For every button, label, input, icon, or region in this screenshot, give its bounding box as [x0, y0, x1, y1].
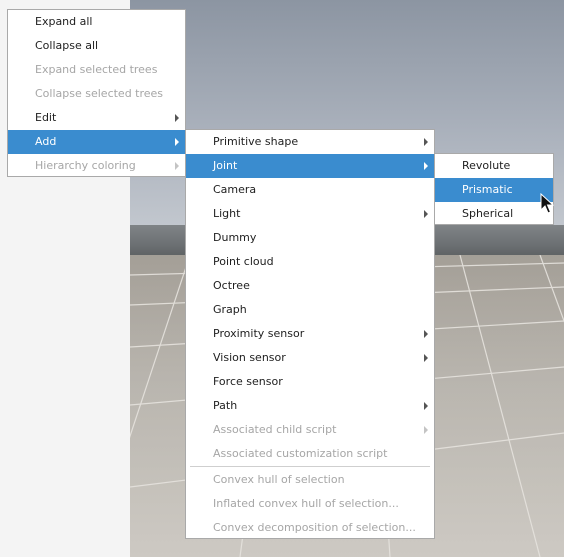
menu-item-proximity-sensor[interactable]: Proximity sensor — [186, 322, 434, 346]
submenu-arrow-icon — [424, 402, 428, 410]
submenu-arrow-icon — [424, 330, 428, 338]
menu-item-expand-selected-trees[interactable]: Expand selected trees — [8, 58, 185, 82]
menu-item-octree[interactable]: Octree — [186, 274, 434, 298]
submenu-arrow-icon — [424, 426, 428, 434]
menu-item-associated-child-script[interactable]: Associated child script — [186, 418, 434, 442]
menu-item-expand-all[interactable]: Expand all — [8, 10, 185, 34]
submenu-arrow-icon — [424, 138, 428, 146]
menu-item-revolute[interactable]: Revolute — [435, 154, 553, 178]
menu-item-force-sensor[interactable]: Force sensor — [186, 370, 434, 394]
submenu-arrow-icon — [175, 138, 179, 146]
menu-item-inflated-convex-hull[interactable]: Inflated convex hull of selection... — [186, 492, 434, 516]
submenu-arrow-icon — [424, 162, 428, 170]
menu-item-associated-customization-script[interactable]: Associated customization script — [186, 442, 434, 466]
menu-item-graph[interactable]: Graph — [186, 298, 434, 322]
submenu-arrow-icon — [424, 210, 428, 218]
menu-item-spherical[interactable]: Spherical — [435, 202, 553, 226]
menu-item-convex-hull[interactable]: Convex hull of selection — [186, 468, 434, 492]
menu-item-convex-decomposition[interactable]: Convex decomposition of selection... — [186, 516, 434, 540]
menu-item-light[interactable]: Light — [186, 202, 434, 226]
add-submenu: Primitive shape Joint Camera Light Dummy… — [185, 129, 435, 539]
menu-item-collapse-all[interactable]: Collapse all — [8, 34, 185, 58]
menu-item-point-cloud[interactable]: Point cloud — [186, 250, 434, 274]
menu-item-add[interactable]: Add — [8, 130, 185, 154]
submenu-arrow-icon — [424, 354, 428, 362]
context-menu: Expand all Collapse all Expand selected … — [7, 9, 186, 177]
menu-item-vision-sensor[interactable]: Vision sensor — [186, 346, 434, 370]
joint-submenu: Revolute Prismatic Spherical — [434, 153, 554, 225]
menu-item-camera[interactable]: Camera — [186, 178, 434, 202]
menu-item-path[interactable]: Path — [186, 394, 434, 418]
menu-item-joint[interactable]: Joint — [186, 154, 434, 178]
submenu-arrow-icon — [175, 114, 179, 122]
menu-item-edit[interactable]: Edit — [8, 106, 185, 130]
submenu-arrow-icon — [175, 162, 179, 170]
menu-item-collapse-selected-trees[interactable]: Collapse selected trees — [8, 82, 185, 106]
menu-item-prismatic[interactable]: Prismatic — [435, 178, 553, 202]
mouse-cursor-icon — [540, 193, 554, 214]
menu-item-primitive-shape[interactable]: Primitive shape — [186, 130, 434, 154]
menu-separator — [190, 466, 430, 467]
menu-item-hierarchy-coloring[interactable]: Hierarchy coloring — [8, 154, 185, 178]
menu-item-dummy[interactable]: Dummy — [186, 226, 434, 250]
